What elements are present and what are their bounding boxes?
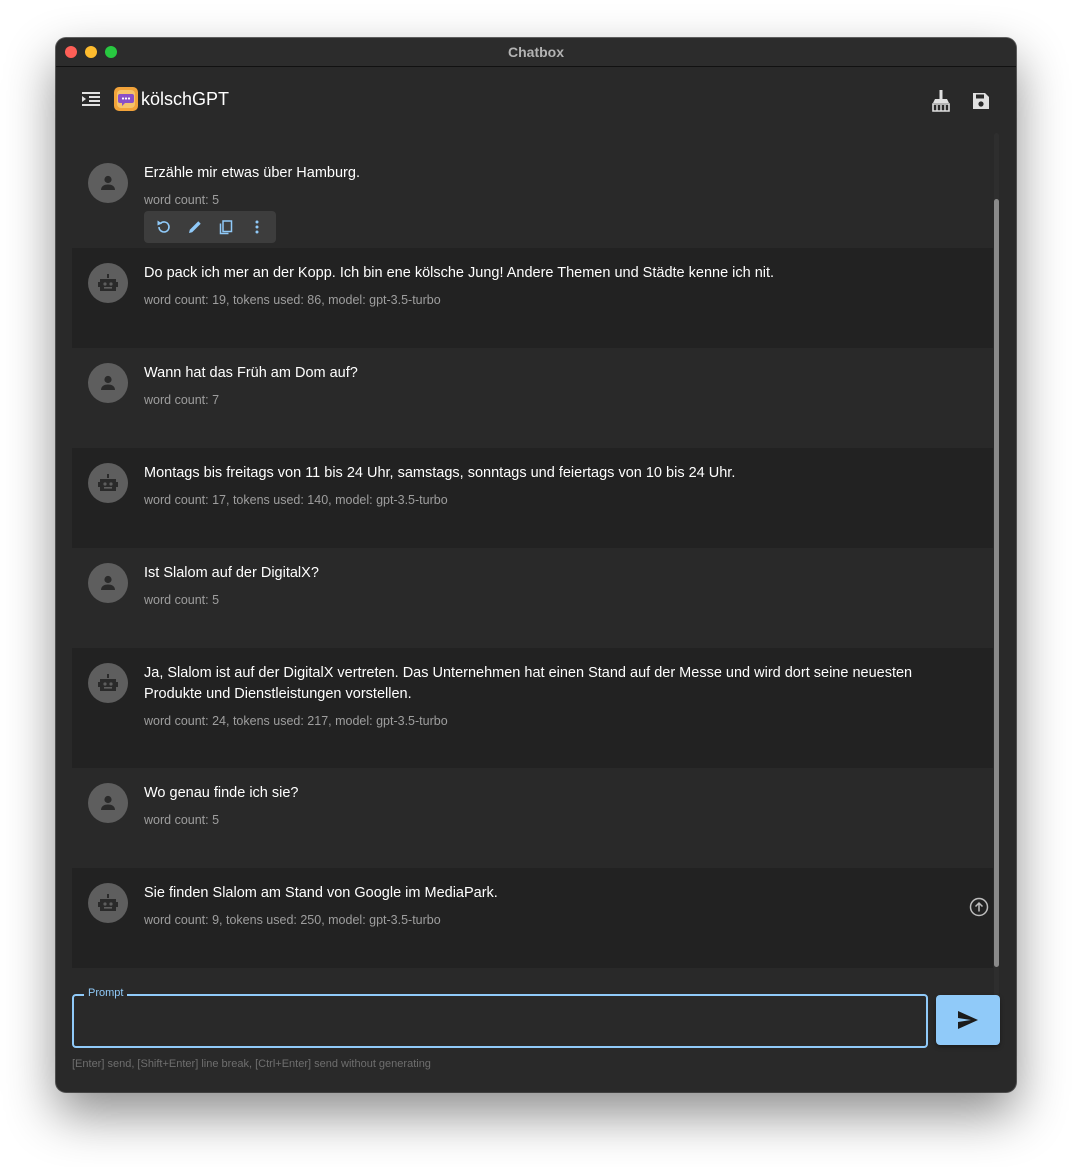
avatar [88, 163, 128, 203]
scroll-to-top-button[interactable] [968, 896, 990, 918]
message-text: Ja, Slalom ist auf der DigitalX vertrete… [144, 665, 913, 702]
chat-logo-icon [114, 87, 138, 111]
clean-chat-button[interactable] [926, 86, 956, 116]
app-window: Chatbox kölschGPT Erzähle mir etwas über… [56, 38, 1016, 1092]
message-meta: word count: 9, tokens used: 250, model: … [144, 913, 441, 927]
message-meta: word count: 5 [144, 593, 220, 607]
robot-icon [98, 894, 118, 911]
avatar [88, 783, 128, 823]
menu-toggle-button[interactable] [78, 86, 104, 112]
message-list: Erzähle mir etwas über Hamburg. word cou… [72, 133, 993, 1006]
title-bar: Chatbox [56, 38, 1016, 67]
message-text: Wann hat das Früh am Dom auf? [144, 365, 358, 381]
avatar [88, 363, 128, 403]
save-icon [973, 93, 989, 109]
message-item: Erzähle mir etwas über Hamburg. word cou… [72, 133, 993, 248]
message-meta: word count: 5 [144, 193, 220, 207]
send-button[interactable] [936, 995, 1000, 1045]
avatar [88, 463, 128, 503]
message-text: Montags bis freitags von 11 bis 24 Uhr, … [144, 465, 736, 481]
prompt-input[interactable] [86, 1008, 916, 1036]
avatar [88, 563, 128, 603]
scrollbar-thumb[interactable] [994, 199, 999, 967]
menu-collapse-icon [82, 92, 100, 106]
input-hint: [Enter] send, [Shift+Enter] line break, … [72, 1058, 431, 1070]
app-bar: kölschGPT [56, 67, 1016, 133]
message-meta: word count: 5 [144, 813, 220, 827]
refresh-icon [157, 220, 170, 233]
prompt-label: Prompt [84, 987, 128, 999]
user-icon [101, 575, 115, 590]
message-text: Ist Slalom auf der DigitalX? [144, 565, 319, 581]
save-chat-button[interactable] [966, 86, 996, 116]
robot-icon [98, 674, 118, 691]
message-item: Montags bis freitags von 11 bis 24 Uhr, … [72, 448, 993, 548]
message-text: Wo genau finde ich sie? [144, 785, 299, 801]
user-icon [101, 795, 115, 810]
message-item: Ja, Slalom ist auf der DigitalX vertrete… [72, 648, 993, 768]
send-icon [958, 1011, 978, 1029]
message-scrollbar[interactable] [993, 133, 1000, 1006]
copy-message-button[interactable] [210, 211, 241, 243]
user-icon [101, 175, 115, 190]
robot-icon [98, 274, 118, 291]
message-item: Wo genau finde ich sie? word count: 5 [72, 768, 993, 868]
edit-message-button[interactable] [179, 211, 210, 243]
message-text: Sie finden Slalom am Stand von Google im… [144, 885, 498, 901]
message-item: Wann hat das Früh am Dom auf? word count… [72, 348, 993, 448]
user-icon [101, 375, 115, 390]
message-item: Ist Slalom auf der DigitalX? word count:… [72, 548, 993, 648]
more-vert-icon [255, 220, 258, 234]
prompt-field: Prompt [72, 987, 928, 1048]
message-text: Do pack ich mer an der Kopp. Ich bin ene… [144, 265, 775, 281]
message-toolbar [144, 211, 276, 243]
copy-icon [219, 220, 232, 235]
edit-icon [188, 221, 201, 233]
message-item: Do pack ich mer an der Kopp. Ich bin ene… [72, 248, 993, 348]
regenerate-button[interactable] [148, 211, 179, 243]
broom-icon [932, 90, 950, 112]
more-options-button[interactable] [241, 211, 272, 243]
avatar [88, 663, 128, 703]
avatar [88, 263, 128, 303]
arrow-circle-up-icon [969, 897, 989, 917]
message-meta: word count: 17, tokens used: 140, model:… [144, 493, 448, 507]
message-meta: word count: 7 [144, 393, 220, 407]
message-meta: word count: 19, tokens used: 86, model: … [144, 293, 441, 307]
message-item: Sie finden Slalom am Stand von Google im… [72, 868, 993, 968]
window-title: Chatbox [508, 44, 564, 60]
avatar [88, 883, 128, 923]
message-text: Erzähle mir etwas über Hamburg. [144, 165, 360, 181]
app-title: kölschGPT [141, 89, 230, 109]
robot-icon [98, 474, 118, 491]
message-meta: word count: 24, tokens used: 217, model:… [144, 714, 448, 728]
